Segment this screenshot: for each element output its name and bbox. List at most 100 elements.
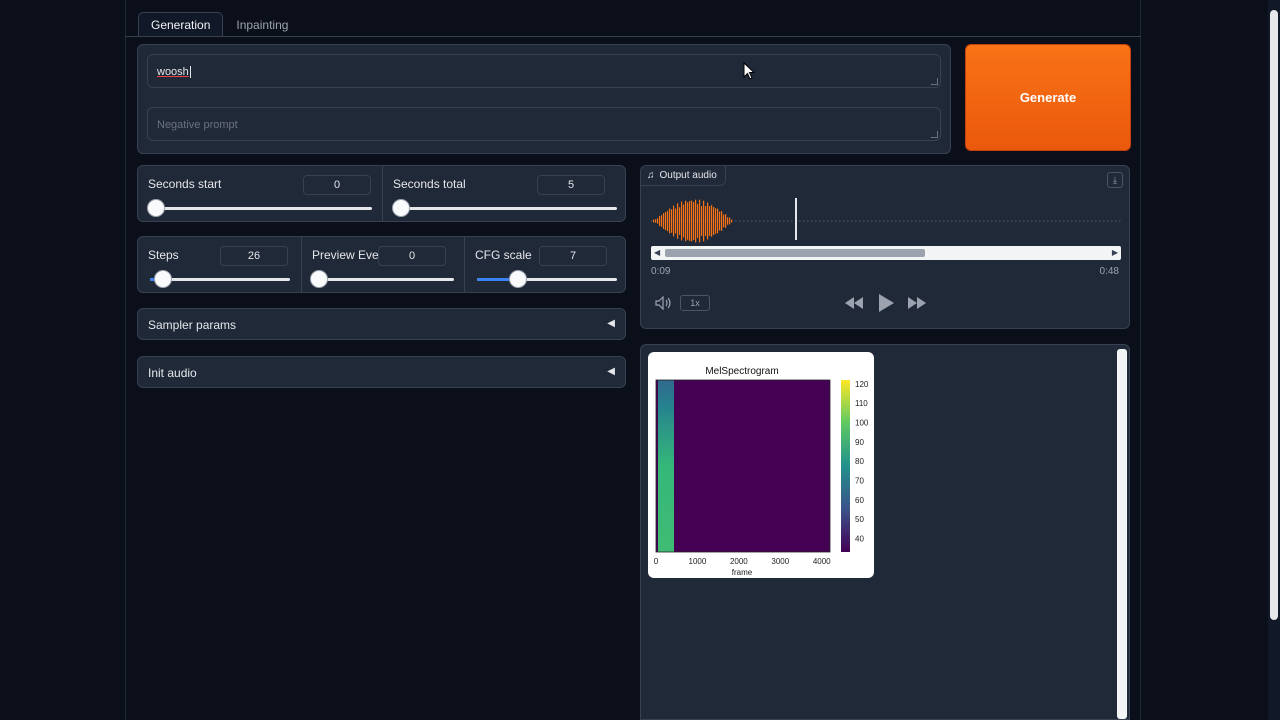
colorbar-tick-label: 120 — [855, 380, 869, 389]
preview-every-track[interactable] — [314, 278, 454, 281]
waveform-bar — [723, 214, 725, 228]
seconds-start-input[interactable]: 0 — [303, 175, 371, 195]
colorbar-tick-label: 60 — [855, 496, 864, 505]
mel-spectrogram-image: MelSpectrogram 0 1000 2000 3000 4000 120 110 1… — [648, 352, 874, 578]
colorbar-tick-label: 80 — [855, 457, 864, 466]
preview-every-slider: Preview Every 0 — [302, 237, 464, 292]
accordion-label: Init audio — [148, 366, 197, 380]
seconds-start-label: Seconds start — [148, 177, 222, 191]
scroll-left-icon[interactable]: ◀ — [654, 248, 660, 257]
seconds-start-slider: Seconds start 0 — [138, 166, 382, 221]
playback-rate-button[interactable]: 1x — [680, 295, 710, 311]
output-audio-label: ♫ Output audio — [641, 166, 726, 186]
volume-icon[interactable] — [655, 296, 673, 310]
resize-grip-icon[interactable] — [931, 78, 938, 85]
slider-row-time: Seconds start 0 Seconds total 5 — [137, 165, 626, 222]
waveform-bar — [687, 202, 689, 240]
image-scrollbar[interactable] — [1117, 349, 1127, 719]
waveform-bar — [695, 199, 697, 243]
x-tick-label: 1000 — [689, 557, 707, 566]
steps-label: Steps — [148, 248, 179, 262]
accordion-init-audio[interactable]: Init audio ◀ — [137, 356, 626, 388]
scroll-right-icon[interactable]: ▶ — [1112, 248, 1118, 257]
audio-waveform[interactable] — [651, 196, 1121, 246]
waveform-bar — [671, 209, 673, 233]
cfg-scale-thumb[interactable] — [509, 270, 527, 288]
waveform-bar — [681, 201, 683, 241]
tab-bar: Generation Inpainting — [138, 12, 301, 36]
download-icon[interactable]: ⤓ — [1107, 172, 1123, 188]
page-scrollbar[interactable] — [1268, 0, 1280, 720]
cfg-scale-input[interactable]: 7 — [539, 246, 607, 266]
music-note-icon: ♫ — [647, 170, 655, 181]
seconds-total-slider: Seconds total 5 — [383, 166, 627, 221]
colorbar-tick-label: 70 — [855, 476, 864, 485]
waveform-bar — [729, 217, 731, 225]
waveform-bar — [711, 205, 713, 237]
generate-button[interactable]: Generate — [965, 44, 1131, 151]
waveform-bar — [703, 200, 705, 242]
waveform-bar — [665, 211, 667, 231]
waveform-bar — [679, 207, 681, 235]
x-tick-label: 2000 — [730, 557, 748, 566]
duration: 0:48 — [1099, 266, 1119, 277]
waveform-bar — [713, 206, 715, 236]
page-scroll-thumb[interactable] — [1270, 10, 1278, 620]
waveform-bar — [697, 203, 699, 239]
resize-grip-icon[interactable] — [931, 131, 938, 138]
colorbar-tick-label: 100 — [855, 419, 869, 428]
collapse-arrow-icon: ◀ — [607, 366, 615, 377]
rewind-icon[interactable] — [843, 295, 865, 311]
waveform-bar — [709, 206, 711, 236]
seconds-start-thumb[interactable] — [147, 199, 165, 217]
tab-generation[interactable]: Generation — [138, 12, 224, 36]
waveform-scrollbar[interactable]: ◀ ▶ — [651, 246, 1121, 260]
play-icon[interactable] — [875, 292, 897, 314]
collapse-arrow-icon: ◀ — [607, 318, 615, 329]
colorbar — [841, 380, 850, 552]
seconds-total-label: Seconds total — [393, 177, 466, 191]
tab-inpainting[interactable]: Inpainting — [223, 12, 301, 36]
waveform-bar — [653, 219, 655, 223]
waveform-bar — [663, 213, 665, 229]
accordion-label: Sampler params — [148, 318, 237, 332]
spectrogram-area — [656, 380, 830, 552]
waveform-bar — [693, 202, 695, 240]
x-tick-labels: 0 1000 2000 3000 4000 — [654, 557, 831, 566]
waveform-bar — [707, 202, 709, 240]
waveform-bar — [701, 206, 703, 236]
waveform-bar — [683, 204, 685, 238]
waveform-bar — [691, 200, 693, 242]
waveform-bar — [661, 215, 663, 227]
cfg-scale-label: CFG scale — [475, 248, 532, 262]
waveform-bar — [669, 208, 671, 234]
cfg-scale-track[interactable] — [477, 278, 617, 281]
steps-input[interactable]: 26 — [220, 246, 288, 266]
waveform-bar — [719, 211, 721, 231]
waveform-bar — [727, 217, 729, 225]
seconds-total-track[interactable] — [395, 207, 617, 210]
seconds-total-thumb[interactable] — [392, 199, 410, 217]
waveform-bar — [659, 215, 661, 227]
colorbar-tick-label: 90 — [855, 438, 864, 447]
accordion-sampler-params[interactable]: Sampler params ◀ — [137, 308, 626, 340]
mouse-cursor-icon — [743, 62, 755, 80]
current-time: 0:09 — [651, 266, 671, 277]
negative-prompt-input[interactable]: Negative prompt — [147, 107, 941, 141]
waveform-scroll-thumb[interactable] — [665, 249, 925, 257]
waveform-bar — [717, 208, 719, 234]
preview-every-input[interactable]: 0 — [378, 246, 446, 266]
fast-forward-icon[interactable] — [906, 295, 928, 311]
preview-every-thumb[interactable] — [310, 270, 328, 288]
steps-thumb[interactable] — [154, 270, 172, 288]
output-audio-label-text: Output audio — [659, 170, 717, 181]
seconds-start-track[interactable] — [150, 207, 372, 210]
waveform-bar — [685, 200, 687, 242]
prompt-input[interactable]: woosh — [147, 54, 941, 88]
waveform-bar — [655, 219, 657, 223]
seconds-total-input[interactable]: 5 — [537, 175, 605, 195]
waveform-bar — [731, 219, 733, 223]
playhead[interactable] — [795, 198, 797, 240]
waveform-bar — [689, 201, 691, 241]
text-caret — [189, 66, 191, 79]
